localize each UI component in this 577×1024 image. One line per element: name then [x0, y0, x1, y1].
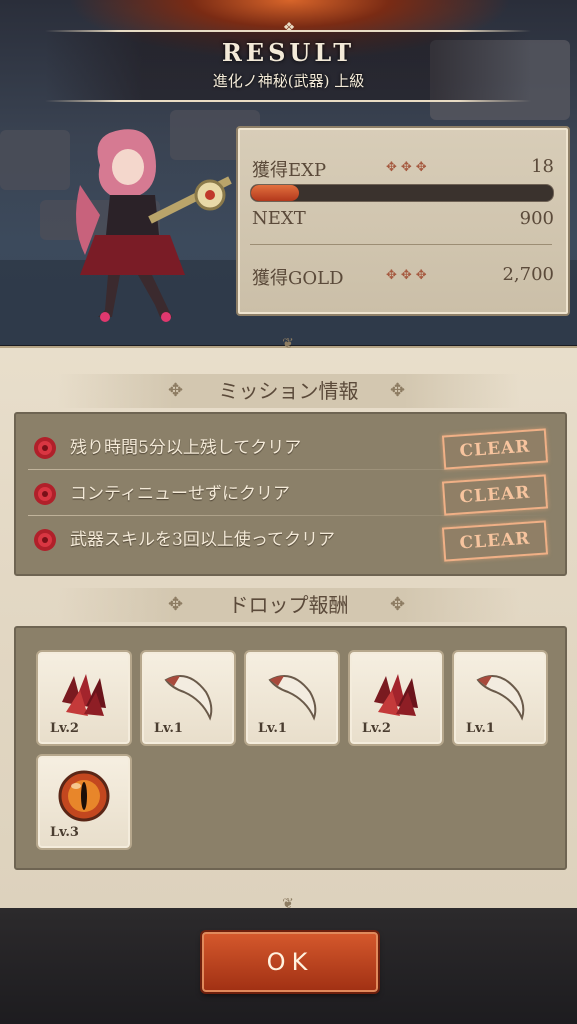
heading-ornament-icon: ✥ [168, 380, 184, 401]
exp-progress-fill [251, 185, 300, 201]
banner-ornament-icon: ❖ [282, 20, 296, 36]
exp-value: 18 [531, 156, 554, 177]
mission-separator [28, 469, 553, 470]
drop-section-heading: ✥ ドロップ報酬 ✥ [0, 588, 577, 622]
mission-list: 残り時間5分以上残してクリア CLEAR コンティニューせずにクリア CLEAR… [14, 412, 567, 576]
rose-icon [34, 437, 56, 459]
banner-bottom-line [45, 100, 531, 102]
next-label: NEXT [252, 208, 306, 229]
drop-item[interactable]: Lv.1 [140, 650, 236, 746]
heading-ornament-icon: ✥ [168, 594, 184, 615]
exp-progress-bar [250, 184, 554, 202]
claw-fang-icon [476, 675, 525, 721]
rose-icon [34, 483, 56, 505]
drop-heading-text: ドロップ報酬 [228, 593, 349, 617]
item-level: Lv.1 [258, 721, 287, 736]
rose-icon [34, 529, 56, 551]
gold-value: 2,700 [502, 264, 554, 285]
red-scales-icon [374, 674, 418, 716]
item-level: Lv.3 [50, 825, 79, 840]
mission-text: 武器スキルを3回以上使ってクリア [70, 530, 335, 550]
item-level: Lv.1 [466, 721, 495, 736]
result-title: RESULT [221, 38, 356, 67]
mission-row: 残り時間5分以上残してクリア CLEAR [28, 426, 553, 470]
mission-heading-text: ミッション情報 [218, 379, 359, 403]
heading-ornament-icon: ✥ [390, 594, 406, 615]
stats-divider [250, 244, 552, 245]
item-level: Lv.2 [50, 721, 79, 736]
mission-text: コンティニューせずにクリア [70, 484, 290, 504]
quest-name: 進化ノ神秘(武器) 上級 [212, 72, 365, 90]
drop-item[interactable]: Lv.2 [36, 650, 132, 746]
ok-button[interactable]: OK [202, 932, 378, 992]
clear-stamp: CLEAR [441, 474, 549, 516]
clear-stamp: CLEAR [441, 428, 549, 470]
mission-section-heading: ✥ ミッション情報 ✥ [0, 374, 577, 408]
drop-item[interactable]: Lv.3 [36, 754, 132, 850]
drop-item[interactable]: Lv.1 [244, 650, 340, 746]
character-sprite [76, 129, 232, 322]
drop-item[interactable]: Lv.1 [452, 650, 548, 746]
clear-stamp: CLEAR [441, 520, 549, 562]
next-value: 900 [519, 208, 554, 229]
red-scales-icon [62, 674, 106, 716]
gold-label: 獲得GOLD [252, 268, 344, 289]
gold-diamond-icon: ✥✥✥ [386, 268, 431, 283]
item-level: Lv.2 [362, 721, 391, 736]
claw-fang-icon [164, 675, 213, 721]
exp-label: 獲得EXP [252, 160, 327, 181]
heading-ornament-icon: ✥ [390, 380, 406, 401]
parchment-ornament-top-icon: ❦ [282, 336, 294, 352]
claw-fang-icon [268, 675, 317, 721]
dragon-eye-orb-icon [58, 770, 110, 822]
mission-text: 残り時間5分以上残してクリア [70, 438, 302, 458]
item-level: Lv.1 [154, 721, 183, 736]
exp-diamond-icon: ✥✥✥ [386, 160, 431, 175]
drop-item[interactable]: Lv.2 [348, 650, 444, 746]
stats-panel: 獲得EXP ✥✥✥ 18 NEXT 900 獲得GOLD ✥✥✥ 2,700 [236, 126, 570, 316]
mission-row: 武器スキルを3回以上使ってクリア CLEAR [28, 518, 553, 562]
mission-row: コンティニューせずにクリア CLEAR [28, 472, 553, 516]
drop-reward-grid: Lv.2 Lv.1 Lv.1 Lv.2 Lv.1 Lv.3 [14, 626, 567, 870]
mission-separator [28, 515, 553, 516]
